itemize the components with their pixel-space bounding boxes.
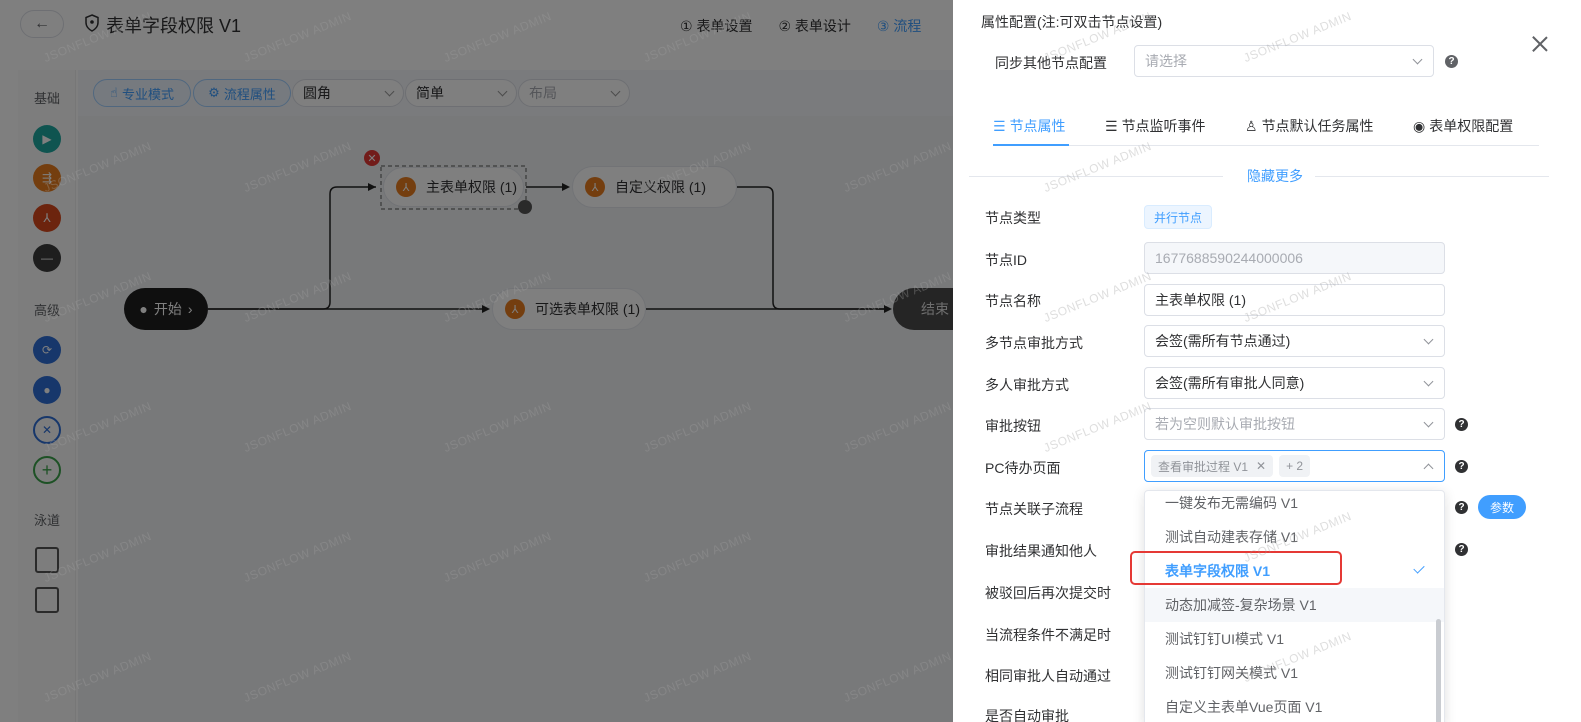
approve-buttons-label: 审批按钮 <box>985 418 1041 434</box>
properties-drawer: 属性配置(注:可双击节点设置) 同步其他节点配置 请选择 ? ☰ 节点属性 ☰ 节点… <box>953 0 1581 722</box>
active-tab-indicator <box>993 144 1069 146</box>
condition-unmet-label: 当流程条件不满足时 <box>985 627 1111 643</box>
params-button[interactable]: 参数 <box>1478 495 1526 519</box>
divider <box>969 176 1223 177</box>
pc-todo-page-dropdown: 一键发布无需编码 V1 测试自动建表存储 V1 表单字段权限 V1 动态加减签-… <box>1144 490 1445 722</box>
sliders-icon: ☰ <box>1105 117 1118 134</box>
sliders-icon: ☰ <box>993 117 1006 134</box>
tab-default-task-properties[interactable]: ♙ 节点默认任务属性 <box>1245 116 1374 136</box>
help-icon[interactable]: ? <box>1455 543 1468 556</box>
node-name-label: 节点名称 <box>985 293 1041 309</box>
close-icon[interactable] <box>1530 34 1550 54</box>
selected-tag: 查看审批过程 V1 ✕ <box>1151 455 1274 477</box>
chevron-down-icon <box>1423 376 1434 387</box>
notify-others-label: 审批结果通知他人 <box>985 543 1097 559</box>
node-type-label: 节点类型 <box>985 210 1041 226</box>
help-icon[interactable]: ? <box>1455 418 1468 431</box>
dropdown-option[interactable]: 动态加减签-复杂场景 V1 <box>1145 588 1444 622</box>
tab-node-properties[interactable]: ☰ 节点属性 <box>993 116 1066 136</box>
tab-form-permission-config[interactable]: ◉ 表单权限配置 <box>1413 116 1513 136</box>
node-name-input[interactable]: 主表单权限 (1) <box>1144 284 1445 316</box>
multi-node-mode-select[interactable]: 会签(需所有节点通过) <box>1144 325 1445 357</box>
sync-config-select[interactable]: 请选择 <box>1134 45 1434 77</box>
pc-todo-page-select[interactable]: 查看审批过程 V1 ✕ + 2 <box>1144 450 1445 482</box>
multi-person-mode-select[interactable]: 会签(需所有审批人同意) <box>1144 367 1445 399</box>
dropdown-scrollbar[interactable] <box>1436 619 1441 722</box>
dropdown-option[interactable]: 一键发布无需编码 V1 <box>1145 491 1444 520</box>
help-icon[interactable]: ? <box>1445 55 1458 68</box>
divider <box>1315 176 1549 177</box>
node-type-tag: 并行节点 <box>1144 205 1213 229</box>
help-icon[interactable]: ? <box>1455 460 1468 473</box>
chevron-down-icon <box>1423 417 1434 428</box>
same-approver-label: 相同审批人自动通过 <box>985 668 1111 684</box>
help-icon[interactable]: ? <box>1455 501 1468 514</box>
hide-more-link[interactable]: 隐藏更多 <box>1239 166 1311 186</box>
auto-approve-label: 是否自动审批 <box>985 708 1069 722</box>
highlight-annotation <box>1130 551 1342 585</box>
dropdown-option[interactable]: 测试自动建表存储 V1 <box>1145 520 1444 554</box>
eye-icon: ◉ <box>1413 117 1426 134</box>
sub-flow-label: 节点关联子流程 <box>985 501 1083 517</box>
approve-buttons-select[interactable]: 若为空则默认审批按钮 <box>1144 408 1445 440</box>
pc-todo-page-label: PC待办页面 <box>985 460 1061 476</box>
check-icon <box>1413 562 1425 574</box>
modal-overlay[interactable] <box>0 0 953 722</box>
node-id-label: 节点ID <box>985 252 1027 268</box>
user-icon: ♙ <box>1245 117 1258 134</box>
flow-designer: ← 表单字段权限 V1 ① 表单设置 ② 表单设计 ③ 流程 基础 ▶ ⇶ ⅄ … <box>0 0 953 722</box>
node-id-input: 1677688590244000006 <box>1144 242 1445 274</box>
chevron-down-icon <box>1423 334 1434 345</box>
multi-person-mode-label: 多人审批方式 <box>985 377 1069 393</box>
chevron-down-icon <box>1412 54 1423 65</box>
reject-resubmit-label: 被驳回后再次提交时 <box>985 585 1111 601</box>
more-tags-badge: + 2 <box>1279 455 1311 477</box>
dropdown-option[interactable]: 测试钉钉UI模式 V1 <box>1145 622 1444 656</box>
multi-node-mode-label: 多节点审批方式 <box>985 335 1083 351</box>
sync-config-label: 同步其他节点配置 <box>995 55 1107 71</box>
property-tabs: ☰ 节点属性 ☰ 节点监听事件 ♙ 节点默认任务属性 ◉ 表单权限配置 <box>993 110 1539 146</box>
tab-node-listeners[interactable]: ☰ 节点监听事件 <box>1105 116 1206 136</box>
chevron-up-icon <box>1423 463 1434 474</box>
close-icon[interactable]: ✕ <box>1256 459 1266 473</box>
drawer-title: 属性配置(注:可双击节点设置) <box>981 14 1163 30</box>
dropdown-option[interactable]: 测试钉钉网关模式 V1 <box>1145 656 1444 690</box>
dropdown-option[interactable]: 自定义主表单Vue页面 V1 <box>1145 690 1444 722</box>
